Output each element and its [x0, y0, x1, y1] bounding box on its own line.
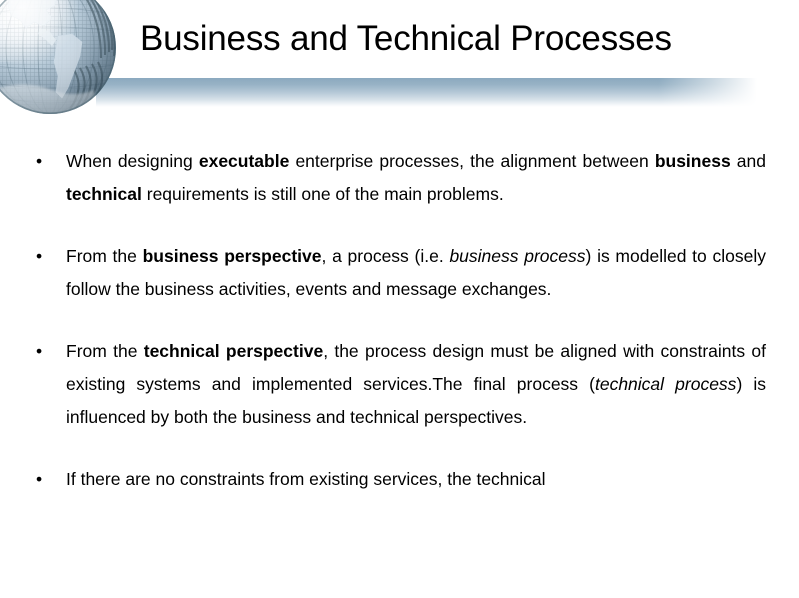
text-run: From the	[66, 246, 143, 266]
text-run: technical perspective	[143, 341, 324, 361]
text-run: business process	[449, 246, 586, 266]
list-item: • If there are no constraints from exist…	[0, 463, 799, 496]
list-item: • From the technical perspective, the pr…	[0, 335, 799, 434]
bullet-text: If there are no constraints from existin…	[66, 469, 546, 489]
bullet-text: When designing executable enterprise pro…	[66, 151, 766, 204]
bullet-marker: •	[36, 469, 43, 489]
text-run: From the	[66, 341, 144, 361]
page-title: Business and Technical Processes	[140, 19, 672, 58]
text-run: If there are no constraints from existin…	[66, 469, 546, 489]
text-run: When designing	[66, 151, 199, 171]
bullet-text: From the technical perspective, the proc…	[66, 341, 766, 427]
list-item: • When designing executable enterprise p…	[0, 145, 799, 211]
bullet-marker: •	[36, 151, 43, 171]
bullet-text: From the business perspective, a process…	[66, 246, 766, 299]
globe-icon	[0, 0, 122, 144]
bullet-marker: •	[36, 341, 43, 361]
text-run: business perspective	[142, 246, 322, 266]
text-run: enterprise processes, the alignment betw…	[289, 151, 655, 171]
text-run: and	[730, 151, 766, 171]
text-run: technical process	[594, 374, 737, 394]
text-run: executable	[198, 151, 290, 171]
bullet-marker: •	[36, 246, 43, 266]
text-run: business	[654, 151, 731, 171]
list-item: • From the business perspective, a proce…	[0, 240, 799, 306]
text-run: requirements is still one of the main pr…	[141, 184, 504, 204]
header-separator-fade	[96, 76, 799, 109]
presentation-slide: Business and Technical Processes • When …	[0, 0, 799, 598]
text-run: , a process (i.e.	[321, 246, 450, 266]
slide-body: • When designing executable enterprise p…	[0, 145, 799, 598]
slide-header: Business and Technical Processes	[0, 0, 799, 145]
text-run: technical	[66, 184, 142, 204]
